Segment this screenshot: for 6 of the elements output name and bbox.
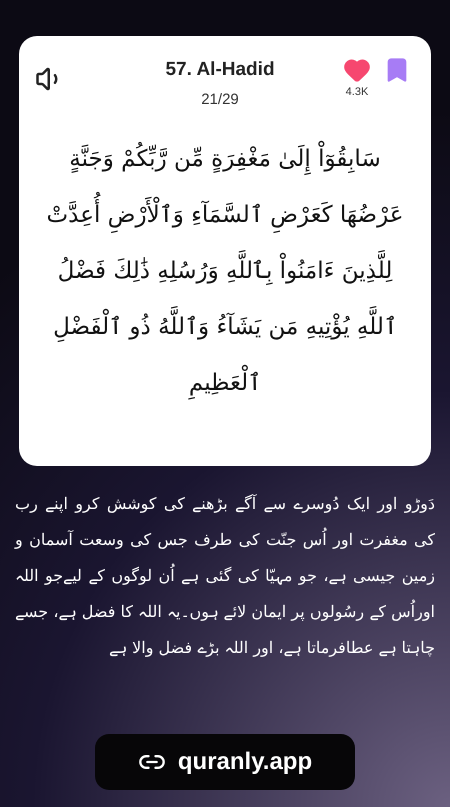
like-count: 4.3K	[346, 85, 368, 100]
arabic-verse: سَابِقُوٓاْ إِلَىٰ مَغْفِرَةٍ مِّن رَّبِّكُمْ وَجَنَّةٍ عَرْضُهَا كَعَرْضِ ٱلسَّمَآءِ وَٱلْأَرْضِ أُعِدَّتْ لِلَّذِينَ ءَامَنُواْ بِٱللَّهِ وَرُسُلِهِ ذَٰلِكَ فَضْلُ ٱللَّهِ يُؤْتِيهِ مَن يَشَآءُ وَٱللَّهُ ذُو ٱلْفَضْلِ ٱلْعَظِيمِ	[31, 131, 419, 411]
urdu-translation: دَوڑو اور ایک دُوسرے سے آگے بڑھنے کی کوشش کرو اپنے رب کی مغفرت اور اُس جنّت کی طرف جس کی وسعت آسمان و زمین جیسی ہے، جو مہیّا کی گئی ہے اُن لوگوں کے لیےجو اللہ اوراُس کے رسُولوں پر ایمان لائے ہوں۔یہ اللہ کا فضل ہے، جسے چاہتا ہے عطافرماتا ہے، اور اللہ بڑے فضل والا ہے	[15, 493, 435, 659]
website-link[interactable]: quranly.app	[95, 734, 355, 790]
surah-title: 57. Al-Hadid	[165, 58, 275, 82]
verse-position: 21/29	[201, 90, 239, 110]
